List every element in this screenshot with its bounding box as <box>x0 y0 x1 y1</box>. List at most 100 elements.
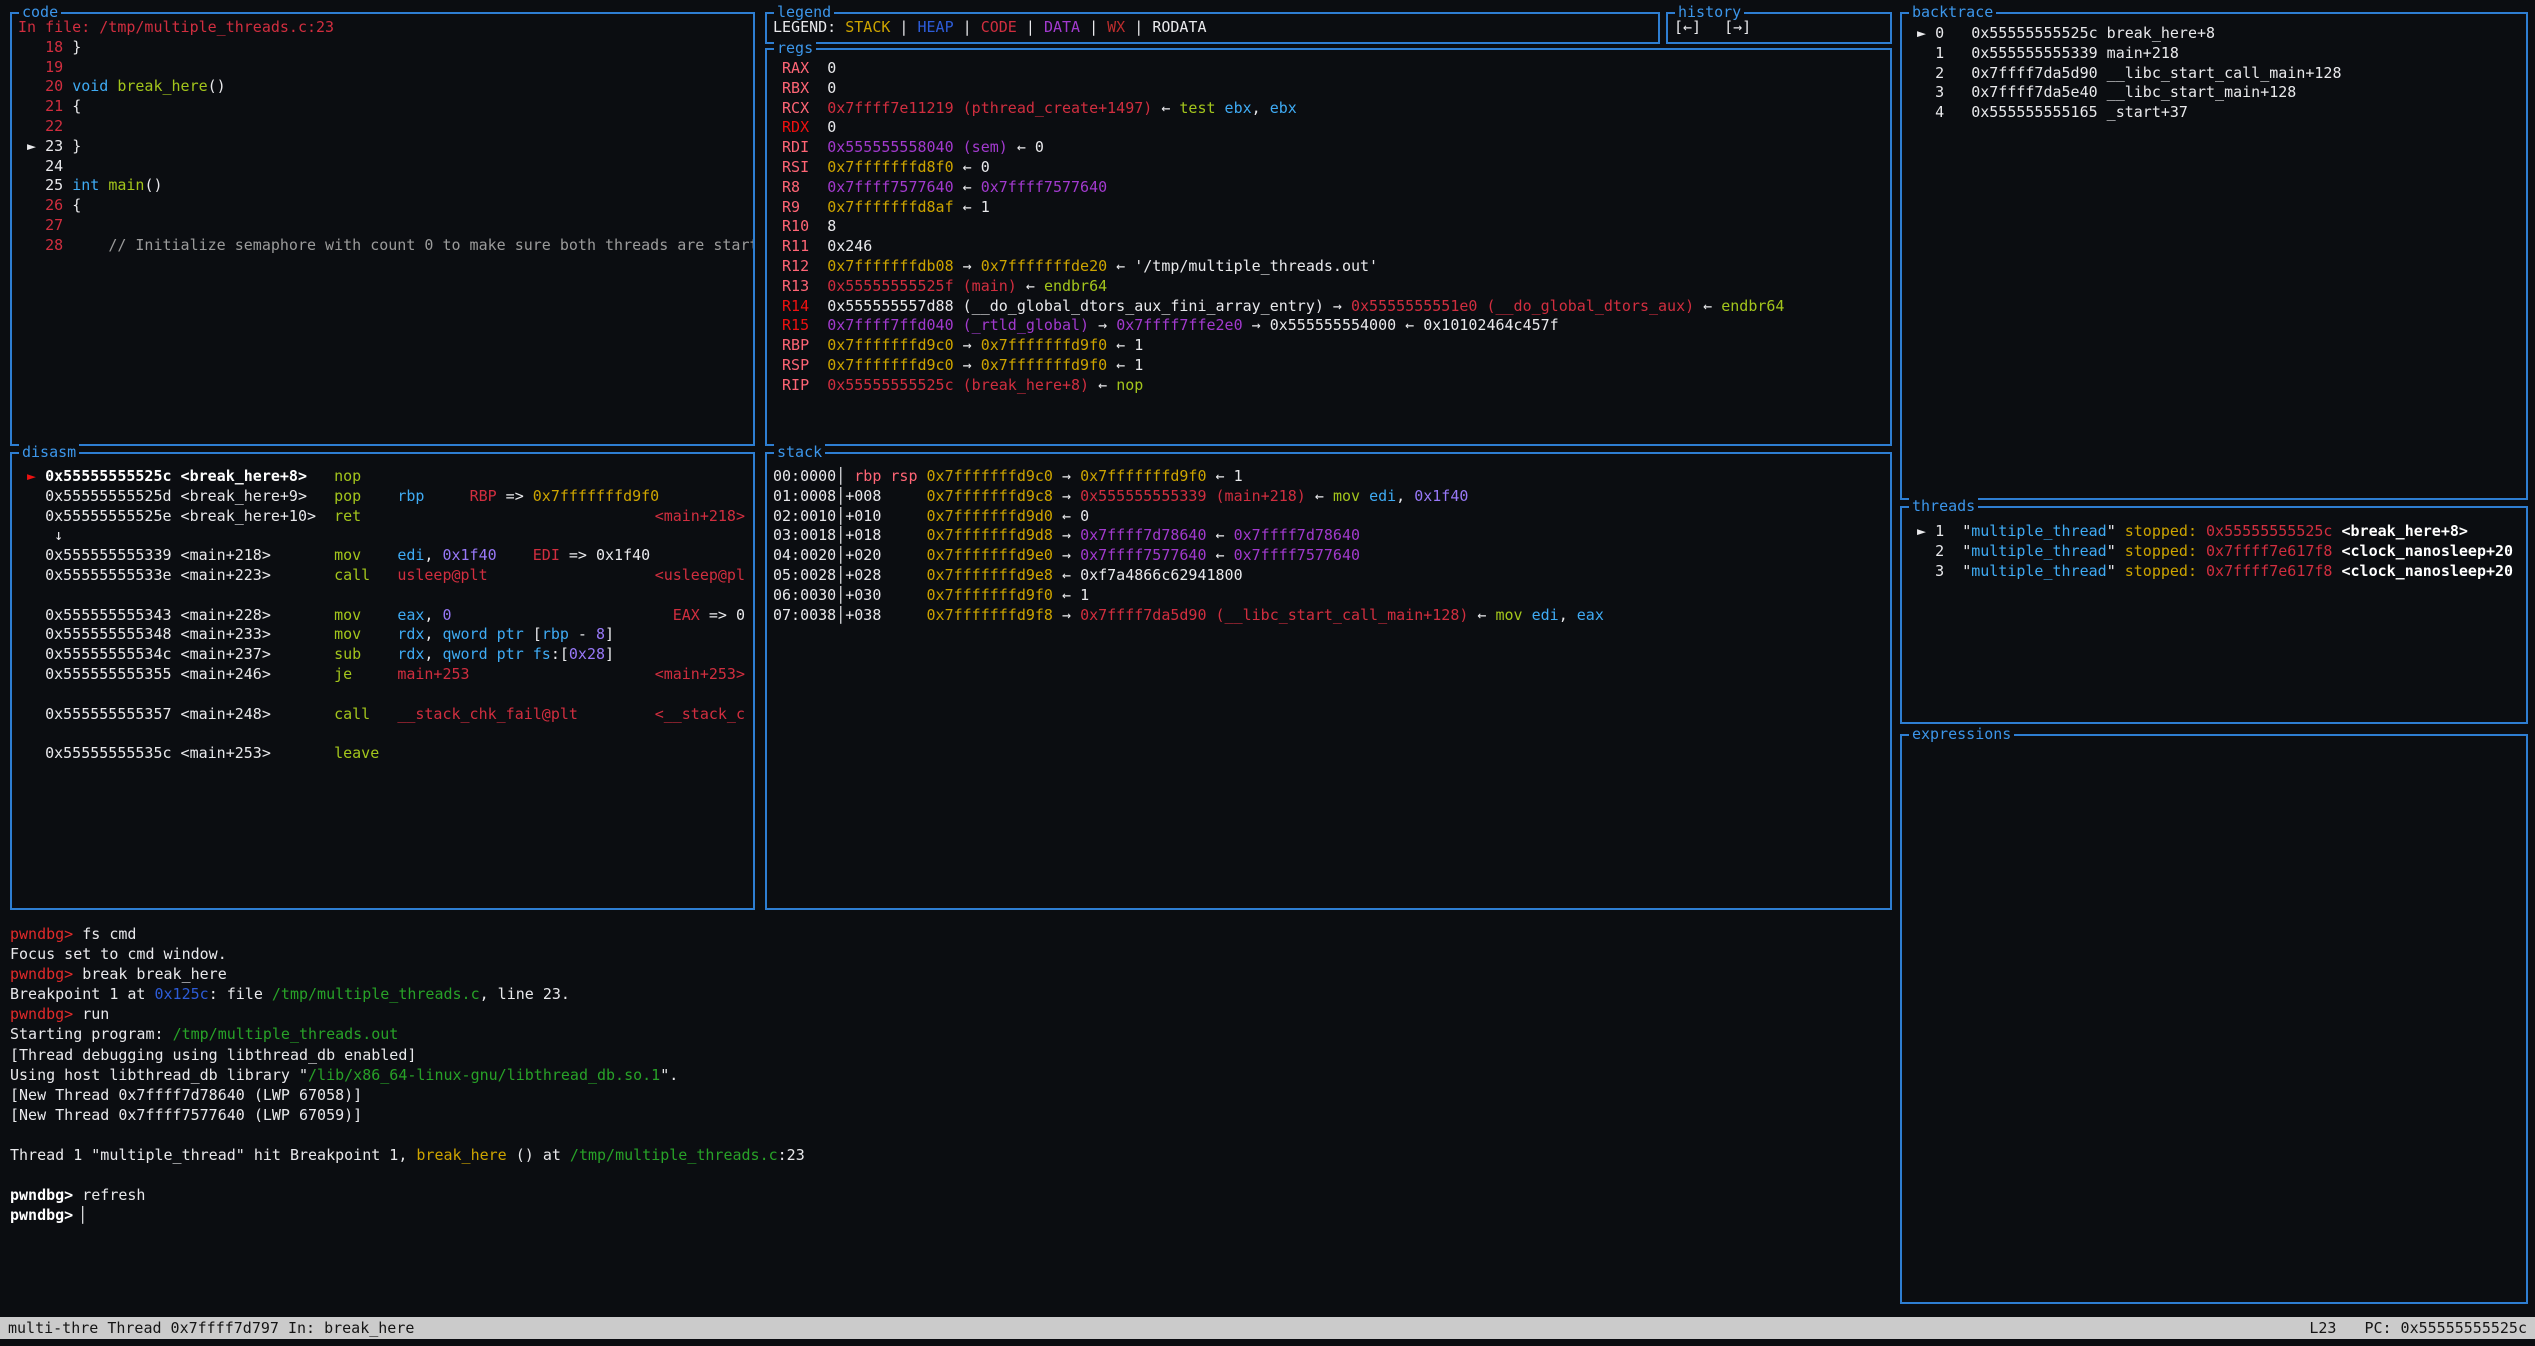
text-segment: 0x555555555339 (main+218) <box>1080 487 1306 505</box>
text-segment: :[ <box>551 645 569 663</box>
text-segment: LEGEND: <box>773 18 845 36</box>
text-line: 18 } <box>18 38 747 58</box>
text-line: 24 <box>18 157 747 177</box>
text-segment: // Initialize semaphore with count 0 to … <box>108 236 753 254</box>
text-segment: fs <box>533 645 551 663</box>
text-line: Using host libthread_db library "/lib/x8… <box>10 1065 1890 1085</box>
text-segment: 05:0028 <box>773 566 836 584</box>
text-line: RAX 0 <box>773 59 1884 79</box>
text-line: ► 1 "multiple_thread" stopped: 0x5555555… <box>1908 522 2520 542</box>
text-segment <box>2332 542 2341 560</box>
threads-content: ► 1 "multiple_thread" stopped: 0x5555555… <box>1902 508 2526 722</box>
text-segment: mov <box>334 606 361 624</box>
text-line: ► 23 } <box>18 137 747 157</box>
text-line <box>10 1165 1890 1185</box>
text-segment: <break_here+8> <box>2342 522 2468 540</box>
text-segment: ← <box>1152 99 1179 117</box>
text-segment: 0x7ffff7577640 <box>981 178 1107 196</box>
text-segment <box>881 606 926 624</box>
text-segment: 19 <box>18 58 63 76</box>
text-segment: 0x55555555525c <break_here+8> <box>45 467 307 485</box>
text-segment: rbp rsp <box>854 467 926 485</box>
text-segment <box>99 176 108 194</box>
text-segment: RAX <box>773 59 827 77</box>
text-line: 05:0028│+028 0x7fffffffd9e8 ← 0xf7a4866c… <box>773 566 1884 586</box>
history-forward-button[interactable]: [→] <box>1724 18 1751 36</box>
text-line: Focus set to cmd window. <box>10 944 1890 964</box>
code-content: In file: /tmp/multiple_threads.c:23 18 }… <box>12 14 753 444</box>
text-segment: mov <box>1333 487 1360 505</box>
text-segment <box>18 744 45 762</box>
text-segment <box>352 665 397 683</box>
text-segment: R9 <box>773 198 827 216</box>
text-segment: RDX <box>773 118 827 136</box>
text-line: R9 0x7fffffffd8af ← 1 <box>773 198 1884 218</box>
text-segment: 0x55555555535c <main+253> <box>45 744 271 762</box>
text-segment: 24 <box>18 157 63 175</box>
registers-panel: regs RAX 0 RBX 0 RCX 0x7ffff7e11219 (pth… <box>765 48 1892 446</box>
text-segment: pwndbg> <box>10 965 82 983</box>
text-segment: usleep@plt <box>397 566 487 584</box>
text-segment: endbr64 <box>1044 277 1107 295</box>
threads-panel: threads ► 1 "multiple_thread" stopped: 0… <box>1900 506 2528 724</box>
text-segment <box>361 645 397 663</box>
text-segment: ► 23 <box>18 137 72 155</box>
text-segment: eax <box>397 606 424 624</box>
text-segment <box>370 566 397 584</box>
text-segment: → <box>1089 316 1116 334</box>
text-segment: 01:0008 <box>773 487 836 505</box>
text-segment <box>271 606 334 624</box>
text-segment: +010 <box>845 507 881 525</box>
pwndbg-screen: code In file: /tmp/multiple_threads.c:23… <box>0 0 2535 1346</box>
text-segment: → <box>954 336 981 354</box>
text-segment: 0x7ffff7da5d90 (__libc_start_call_main+1… <box>1080 606 1468 624</box>
text-line: 0x555555555357 <main+248> call __stack_c… <box>18 705 747 725</box>
text-segment: ebx <box>1270 99 1297 117</box>
text-segment: 0 <box>827 59 836 77</box>
text-segment: 1 <box>1134 356 1143 374</box>
text-segment: 0x555555555357 <main+248> <box>45 705 271 723</box>
text-segment: ← <box>1468 606 1495 624</box>
text-segment: → <box>954 356 981 374</box>
text-segment: rdx <box>397 645 424 663</box>
text-segment: 28 <box>18 236 72 254</box>
text-segment: ← <box>1008 138 1035 156</box>
text-segment: 0x7fffffffd9f8 <box>927 606 1053 624</box>
text-line: ↓ <box>18 526 747 546</box>
text-segment <box>18 487 45 505</box>
text-line: 3 "multiple_thread" stopped: 0x7ffff7e61… <box>1908 562 2520 582</box>
text-segment: 0x55555555534c <main+237> <box>45 645 271 663</box>
text-segment: +030 <box>845 586 881 604</box>
text-segment: 0x55555555525f (main) <box>827 277 1017 295</box>
text-line: 0x55555555535c <main+253> leave <box>18 744 747 764</box>
text-segment: 0x28 <box>569 645 605 663</box>
text-segment: ► 1 <box>1908 522 1962 540</box>
text-segment: pop <box>334 487 361 505</box>
text-segment: ← <box>1053 507 1080 525</box>
text-segment: 0x1f40 <box>442 546 496 564</box>
text-segment: /lib/x86_64-linux-gnu/libthread_db.so.1 <box>308 1066 660 1084</box>
text-line: 20 void break_here() <box>18 77 747 97</box>
text-line: 26 { <box>18 196 747 216</box>
text-line: 2 0x7ffff7da5d90 __libc_start_call_main+… <box>1908 64 2520 84</box>
text-segment: +020 <box>845 546 881 564</box>
text-line: R12 0x7fffffffdb08 → 0x7fffffffde20 ← '/… <box>773 257 1884 277</box>
text-line: 19 <box>18 58 747 78</box>
text-segment: R12 <box>773 257 827 275</box>
text-segment: ↓ <box>18 526 63 544</box>
text-segment: │ <box>836 467 854 485</box>
text-segment: => <box>560 546 596 564</box>
text-segment: ← <box>1017 277 1044 295</box>
text-line: 28 // Initialize semaphore with count 0 … <box>18 236 747 256</box>
terminal[interactable]: pwndbg> fs cmdFocus set to cmd window.pw… <box>10 924 1890 1225</box>
text-segment: 00:0000 <box>773 467 836 485</box>
history-back-button[interactable]: [←] <box>1674 18 1701 36</box>
text-segment: Breakpoint 1 at <box>10 985 155 1003</box>
text-segment: mov <box>334 625 361 643</box>
text-segment: rbp <box>397 487 424 505</box>
stack-content: 00:0000│ rbp rsp 0x7fffffffd9c0 → 0x7fff… <box>767 454 1890 908</box>
text-line <box>18 586 747 606</box>
text-segment: ▏ <box>82 1206 91 1224</box>
text-line: pwndbg> break break_here <box>10 964 1890 984</box>
text-segment: 0x7fffffffd9f0 <box>981 356 1107 374</box>
